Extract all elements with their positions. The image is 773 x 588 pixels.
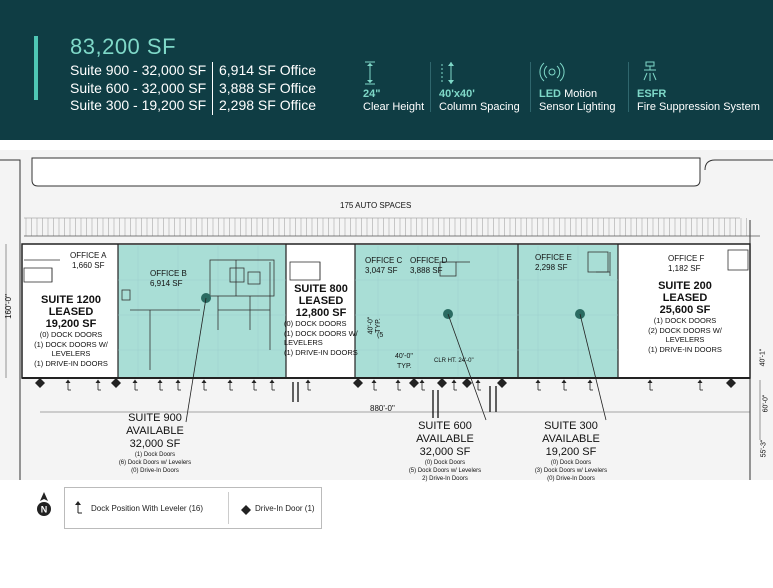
divider [430,62,431,112]
suite-200-info: SUITE 200 LEASED 25,600 SF (1) DOCK DOOR… [648,280,722,354]
column-x-typ: TYP. [397,363,412,370]
column-x-dimension: 40'-0" [395,353,413,360]
site-plan: 175 AUTO SPACES 160'-0" 880'-0" 60'-0" 5… [0,150,773,482]
legend-dock-label: Dock Position With Leveler (16) [91,504,204,513]
depth-dimension: 160'-0" [3,294,13,319]
suite-900-area [118,245,286,377]
parking-label: 175 AUTO SPACES [340,201,412,210]
legend-drive-label: Drive-In Door (1) [255,504,315,513]
dock-leveler-icon [73,500,83,519]
feature-led-lighting: LED Motion Sensor Lighting [530,60,615,114]
office-a-label: OFFICE A 1,660 SF [70,251,107,270]
feature-clear-height: 24" Clear Height [363,60,424,114]
suite-600-callout: SUITE 600 AVAILABLE 32,000 SF (0) Dock D… [408,420,482,482]
office-list: 6,914 SF Office 3,888 SF Office 2,298 SF… [212,62,316,115]
suite-1200-info: SUITE 1200 LEASED 19,200 SF (0) DOCK DOO… [34,294,108,368]
accent-bar [34,36,38,100]
court-dimension: 60'-0" [762,394,770,413]
divider [628,62,629,112]
office-b-label: OFFICE B 6,914 SF [150,269,187,288]
suite-line: Suite 900 - 32,000 SF [70,62,207,78]
north-arrow-icon: N [36,492,52,523]
drive-in-door-icon [241,502,251,520]
legend: Dock Position With Leveler (16) Drive-In… [64,487,322,529]
office-line: 3,888 SF Office [219,79,317,96]
clear-height-note: CLR HT. 24'-0" [434,358,474,364]
divider [530,62,531,112]
clear-height-icon [363,60,424,88]
office-f-label: OFFICE F 1,182 SF [668,254,705,273]
setback-dimension: 40'-1" [759,348,767,367]
suite-300-callout: SUITE 300 AVAILABLE 19,200 SF (0) Dock D… [534,420,608,482]
office-line: 6,914 SF Office [219,62,317,78]
sprinkler-icon [637,60,760,88]
office-e-label: OFFICE E 2,298 SF [535,253,572,272]
parking-island [31,157,701,187]
column-y-dimension: 40'-0" [367,316,375,335]
feature-column-spacing: 40'x40' Column Spacing [430,60,520,114]
header-banner: 83,200 SF Suite 900 - 32,000 SF Suite 60… [0,0,773,140]
office-c-label: OFFICE C 3,047 SF [365,256,403,275]
suite-line: Suite 600 - 32,000 SF [70,79,207,96]
parking-dimension: 55'-3" [760,439,768,458]
office-d-label: OFFICE D 3,888 SF [410,256,448,275]
svg-text:N: N [41,505,48,515]
suite-800-info: SUITE 800 LEASED 12,800 SF (0) DOCK DOOR… [284,283,358,357]
suite-list: Suite 900 - 32,000 SF Suite 600 - 32,000… [70,62,206,115]
motion-sensor-icon [539,60,615,88]
office-line: 2,298 SF Office [219,97,317,113]
column-y-typ: TYP. [374,318,382,333]
suite-900-callout: SUITE 900 AVAILABLE 32,000 SF (1) Dock D… [118,412,192,474]
suite-line: Suite 300 - 19,200 SF [70,97,207,113]
dimension-note: (5 [377,332,384,339]
legend-divider [228,492,229,524]
column-spacing-icon [439,60,520,88]
feature-esfr: ESFR Fire Suppression System [628,60,760,114]
length-dimension: 880'-0" [370,404,395,413]
total-sf: 83,200 SF [70,34,177,59]
